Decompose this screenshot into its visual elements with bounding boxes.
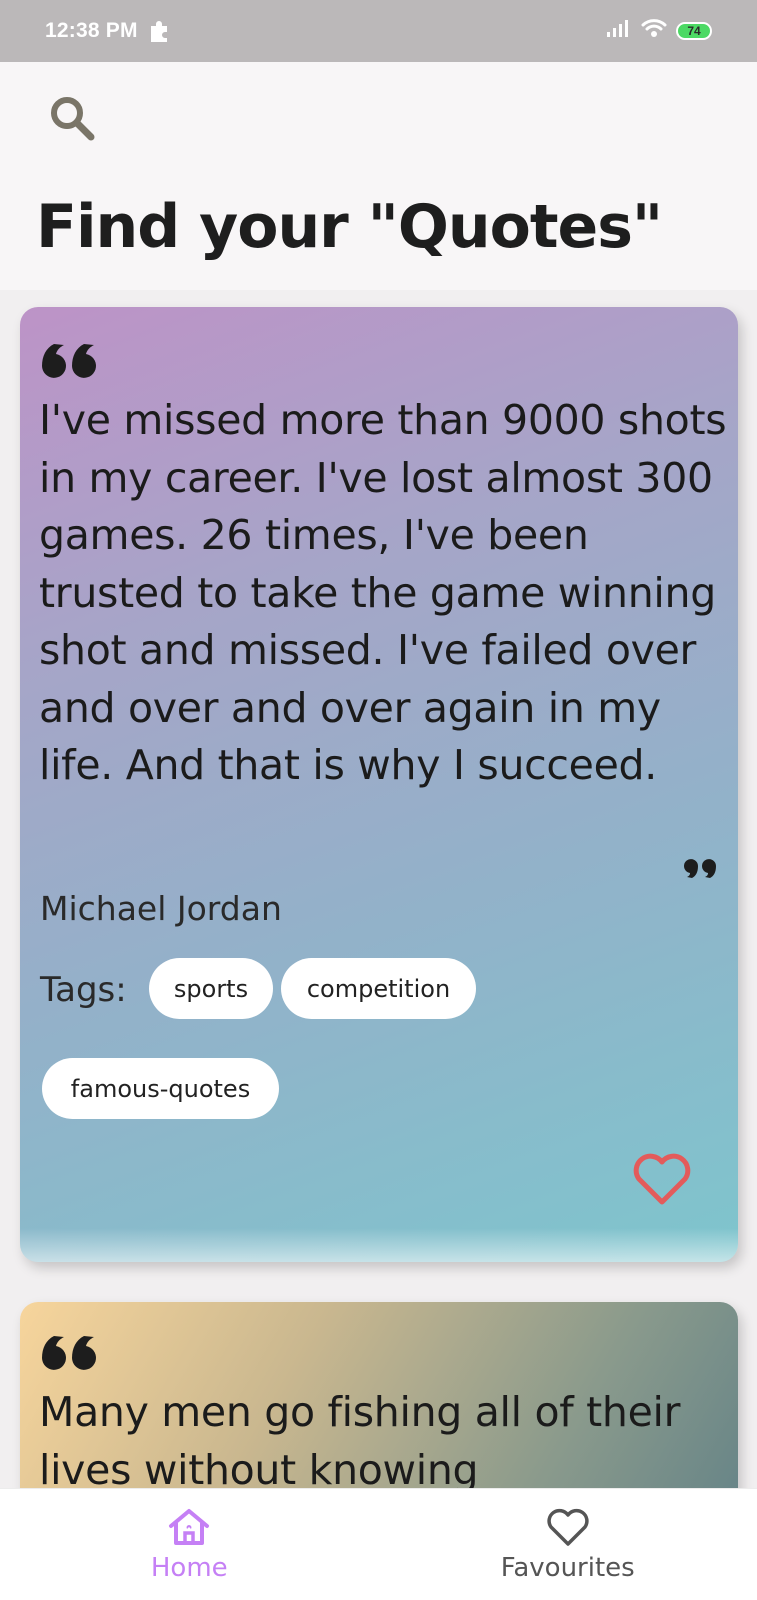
search-icon	[51, 97, 95, 141]
home-icon	[169, 1509, 210, 1545]
page-title: Find your "Quotes"	[36, 192, 663, 262]
favourite-button[interactable]	[630, 1150, 694, 1206]
nav-favourites[interactable]: Favourites	[379, 1489, 757, 1600]
status-time: 12:38 PM	[45, 19, 138, 42]
extension-icon	[148, 19, 170, 43]
quote-text: I've missed more than 9000 shots in my c…	[39, 396, 727, 789]
open-quote-icon	[40, 1332, 104, 1380]
close-quote-icon	[682, 854, 718, 880]
nav-home-label: Home	[150, 1553, 228, 1583]
quote-author: Michael Jordan	[40, 889, 282, 928]
signal-icon	[606, 18, 632, 44]
status-icons: 74	[606, 17, 712, 45]
quotes-feed[interactable]: I've missed more than 9000 shots in my c…	[0, 290, 757, 1488]
heart-outline-icon	[633, 1153, 691, 1205]
tag-chip[interactable]: sports	[149, 958, 273, 1019]
quote-text: Many men go fishing all of their lives w…	[39, 1388, 681, 1488]
battery-icon: 74	[676, 22, 712, 40]
nav-home[interactable]: Home	[0, 1489, 379, 1600]
tag-chip[interactable]: competition	[281, 958, 476, 1019]
heart-outline-icon	[547, 1508, 589, 1546]
status-bar: 12:38 PM 74	[0, 0, 757, 62]
wifi-icon	[641, 17, 667, 45]
quote-card: Many men go fishing all of their lives w…	[20, 1302, 738, 1488]
tag-chip[interactable]: famous-quotes	[42, 1058, 279, 1119]
nav-favourites-label: Favourites	[500, 1553, 635, 1583]
quote-card: I've missed more than 9000 shots in my c…	[20, 307, 738, 1262]
search-button[interactable]	[44, 90, 100, 146]
open-quote-icon	[40, 340, 104, 388]
app-header: Find your "Quotes"	[0, 62, 757, 290]
tags-label: Tags:	[40, 970, 127, 1010]
bottom-navigation: Home Favourites	[0, 1488, 757, 1600]
